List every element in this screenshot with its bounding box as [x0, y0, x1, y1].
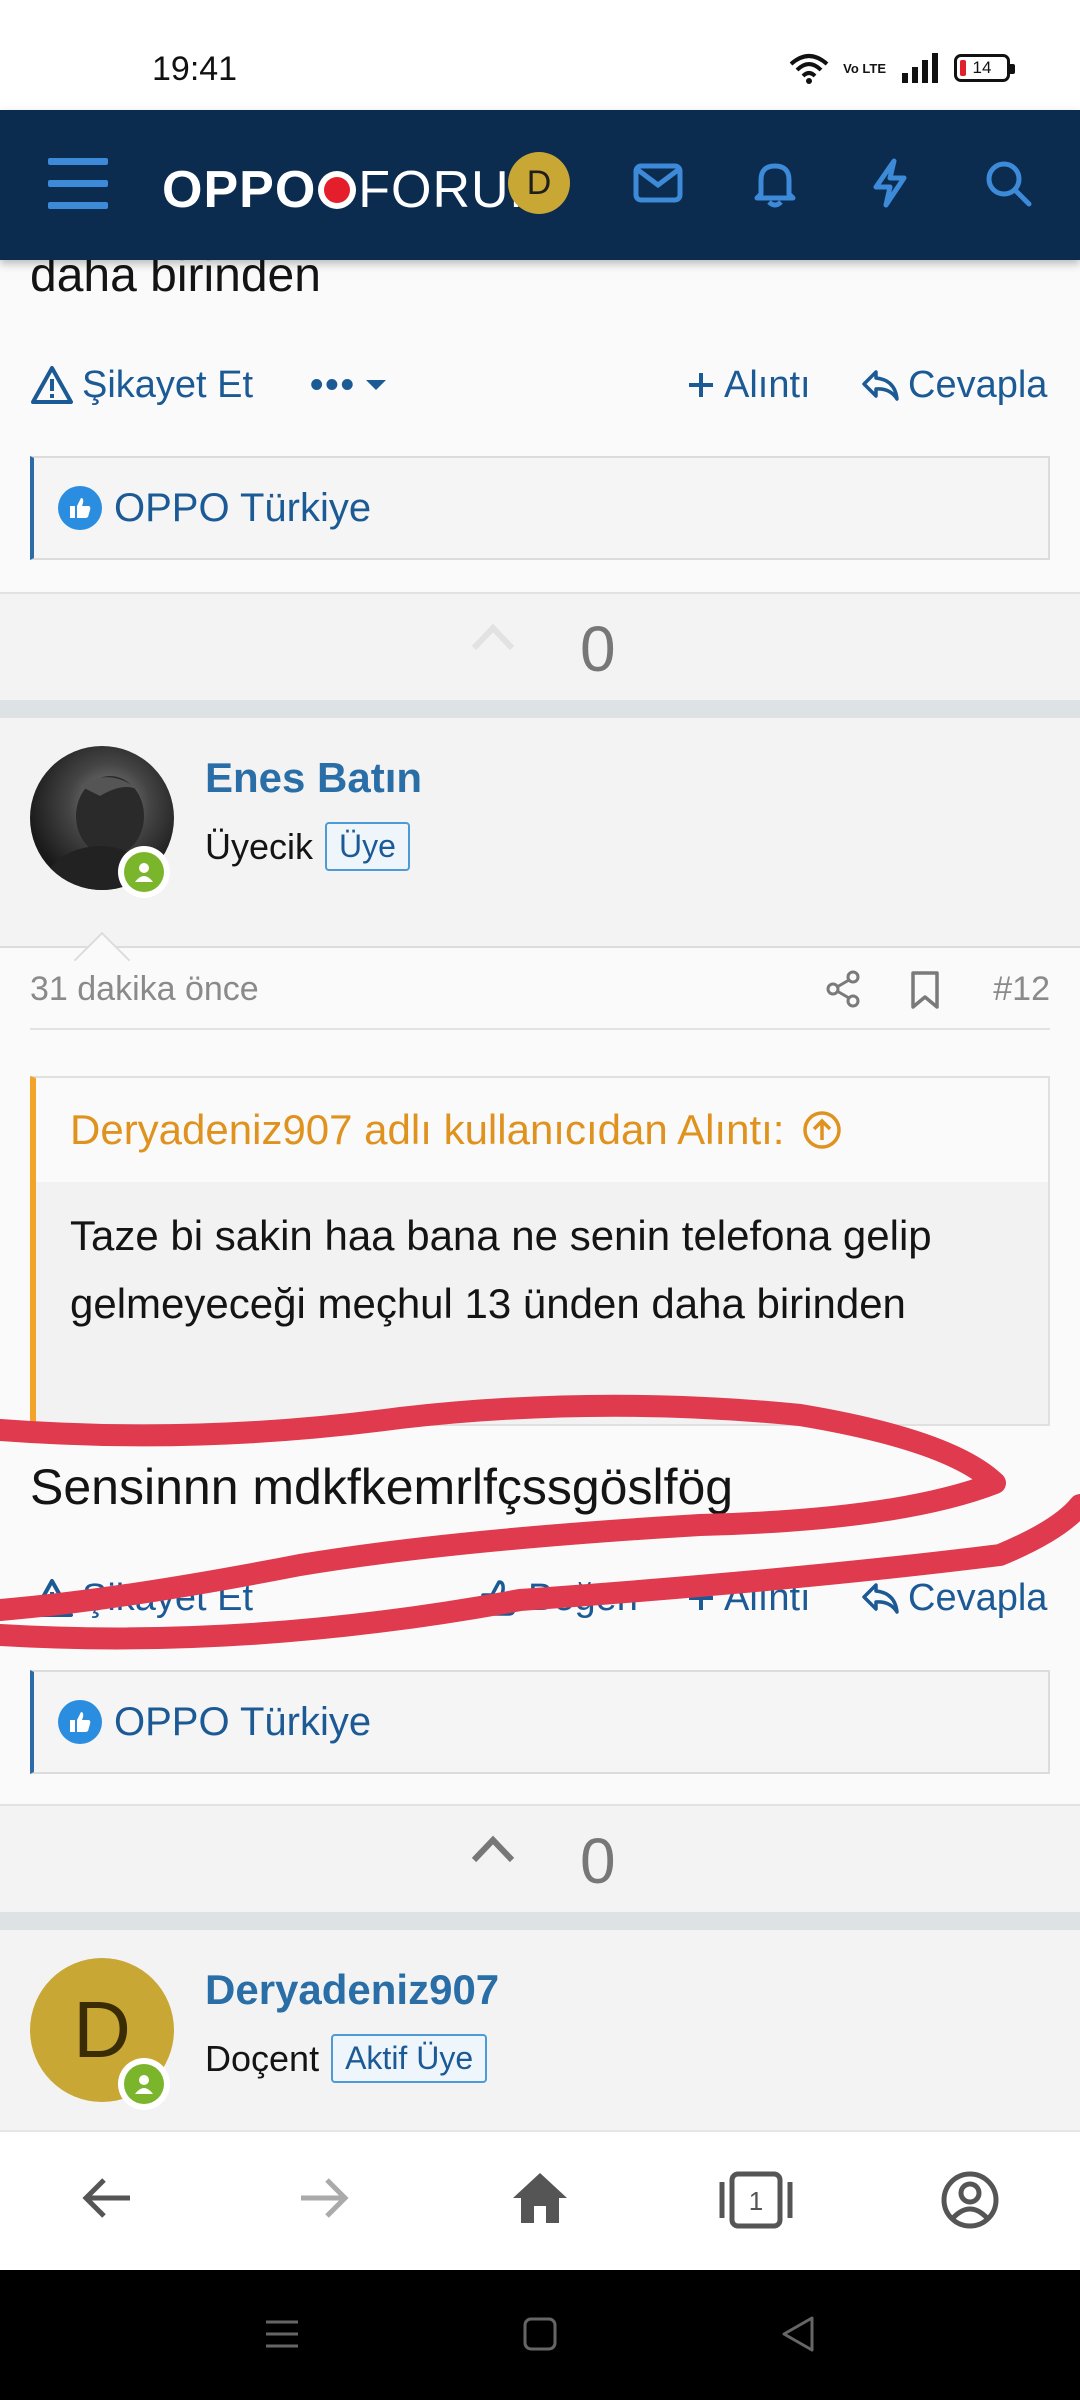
author-title: Üyecik — [205, 825, 314, 867]
post-actions: Şikayet Et Beğen Alıntı Cevapla — [30, 1568, 1050, 1628]
post-time[interactable]: 31 dakika önce — [30, 970, 259, 1009]
like-label: Beğen — [528, 1576, 638, 1619]
post-separator — [0, 1912, 1080, 1930]
quote-button[interactable]: Alıntı — [686, 364, 811, 407]
author-name[interactable]: Enes Batın — [205, 754, 422, 802]
author-title-row: Üyecik Üye — [205, 822, 410, 871]
arrow-up-circle-icon[interactable] — [802, 1110, 842, 1150]
reply-button[interactable]: Cevapla — [860, 1577, 1047, 1620]
quoted-message: Deryadeniz907 adlı kullanıcıdan Alıntı: … — [30, 1076, 1050, 1426]
quote-header[interactable]: Deryadeniz907 adlı kullanıcıdan Alıntı: — [36, 1078, 1048, 1182]
next-post-author-block: D Deryadeniz907 Doçent Aktif Üye — [0, 1930, 1080, 2130]
more-options-button[interactable]: ••• — [310, 364, 388, 407]
home-button-icon[interactable] — [520, 2314, 560, 2354]
next-author-badge: Aktif Üye — [331, 2034, 488, 2083]
like-thumb-icon — [58, 1700, 102, 1744]
reactions-summary[interactable]: OPPO Türkiye — [30, 456, 1050, 560]
forward-arrow-icon[interactable] — [295, 2170, 351, 2226]
post-meta: 31 dakika önce #12 — [30, 950, 1050, 1030]
post-separator — [0, 700, 1080, 718]
lightning-icon[interactable] — [860, 153, 920, 213]
online-status-icon — [118, 846, 170, 898]
mail-icon[interactable] — [628, 153, 688, 213]
report-button[interactable]: Şikayet Et — [30, 364, 253, 407]
vote-bar: 0 — [0, 592, 1080, 700]
warning-icon — [31, 1579, 73, 1617]
author-badge: Üye — [325, 822, 410, 871]
search-icon[interactable] — [978, 153, 1038, 213]
post-number[interactable]: #12 — [993, 970, 1050, 1009]
reactions-summary[interactable]: OPPO Türkiye — [30, 1670, 1050, 1774]
share-icon[interactable] — [825, 970, 861, 1008]
logo-dot — [318, 171, 357, 209]
quote-button[interactable]: Alıntı — [686, 1577, 811, 1620]
menu-icon[interactable] — [48, 158, 108, 210]
vote-bar: 0 — [0, 1804, 1080, 1912]
post-author-block: Enes Batın Üyecik Üye — [0, 718, 1080, 989]
upvote-icon[interactable] — [470, 622, 516, 652]
quote-label: Alıntı — [724, 363, 811, 406]
reaction-user: OPPO Türkiye — [114, 485, 372, 530]
quote-header-text: Deryadeniz907 adlı kullanıcıdan Alıntı: — [70, 1106, 785, 1153]
svg-text:1: 1 — [749, 2186, 763, 2216]
battery-icon: 14 — [954, 54, 1015, 82]
plus-icon — [689, 1586, 713, 1610]
online-status-icon — [118, 2058, 170, 2110]
like-button[interactable]: Beğen — [480, 1577, 638, 1620]
caret-down-icon — [365, 380, 386, 390]
tabs-icon[interactable]: 1 — [718, 2170, 794, 2230]
signal-icon — [902, 53, 938, 83]
next-author-title-row: Doçent Aktif Üye — [205, 2034, 488, 2083]
vote-count: 0 — [580, 1825, 616, 1897]
post-reply-text: Sensinnn mdkfkemrlfçssgöslfög — [30, 1459, 734, 1515]
system-navigation-bar — [0, 2270, 1080, 2400]
wifi-icon — [789, 54, 829, 84]
warning-icon — [31, 366, 73, 404]
reply-icon — [862, 1583, 899, 1614]
report-label: Şikayet Et — [82, 1576, 254, 1619]
forum-logo[interactable]: OPPO FORUM — [162, 160, 554, 220]
status-bar: 19:41 Vo LTE 14 — [0, 0, 1080, 110]
report-button[interactable]: Şikayet Et — [30, 1577, 253, 1620]
reply-icon — [862, 370, 899, 401]
like-thumb-icon — [58, 486, 102, 530]
status-time: 19:41 — [152, 50, 238, 88]
reply-label: Cevapla — [908, 363, 1048, 406]
recent-apps-icon[interactable] — [262, 2314, 302, 2354]
logo-text-bold: OPPO — [162, 161, 317, 219]
report-label: Şikayet Et — [82, 363, 254, 406]
previous-post-actions: Şikayet Et ••• Alıntı Cevapla — [30, 355, 1050, 415]
home-icon[interactable] — [510, 2170, 570, 2226]
quote-body: Taze bi sakin haa bana ne senin telefona… — [70, 1212, 932, 1327]
next-author-name[interactable]: Deryadeniz907 — [205, 1966, 499, 2014]
thumbs-up-icon — [481, 1580, 518, 1616]
back-button-icon[interactable] — [778, 2314, 818, 2354]
browser-toolbar: 1 — [0, 2130, 1080, 2270]
vote-count: 0 — [580, 613, 616, 685]
plus-icon — [689, 373, 713, 397]
volte-icon: Vo LTE — [843, 60, 886, 76]
next-author-title: Doçent — [205, 2037, 320, 2079]
quote-label: Alıntı — [724, 1576, 811, 1619]
reply-button[interactable]: Cevapla — [860, 364, 1047, 407]
reaction-user: OPPO Türkiye — [114, 1699, 372, 1744]
account-icon[interactable] — [940, 2170, 1000, 2230]
account-avatar[interactable]: D — [508, 152, 570, 214]
bell-icon[interactable] — [745, 153, 805, 213]
reply-label: Cevapla — [908, 1576, 1048, 1619]
bookmark-icon[interactable] — [910, 970, 940, 1010]
back-arrow-icon[interactable] — [80, 2170, 136, 2226]
more-label: ••• — [310, 363, 356, 406]
status-icons: Vo LTE 14 — [789, 52, 1015, 84]
upvote-icon[interactable] — [470, 1834, 516, 1864]
